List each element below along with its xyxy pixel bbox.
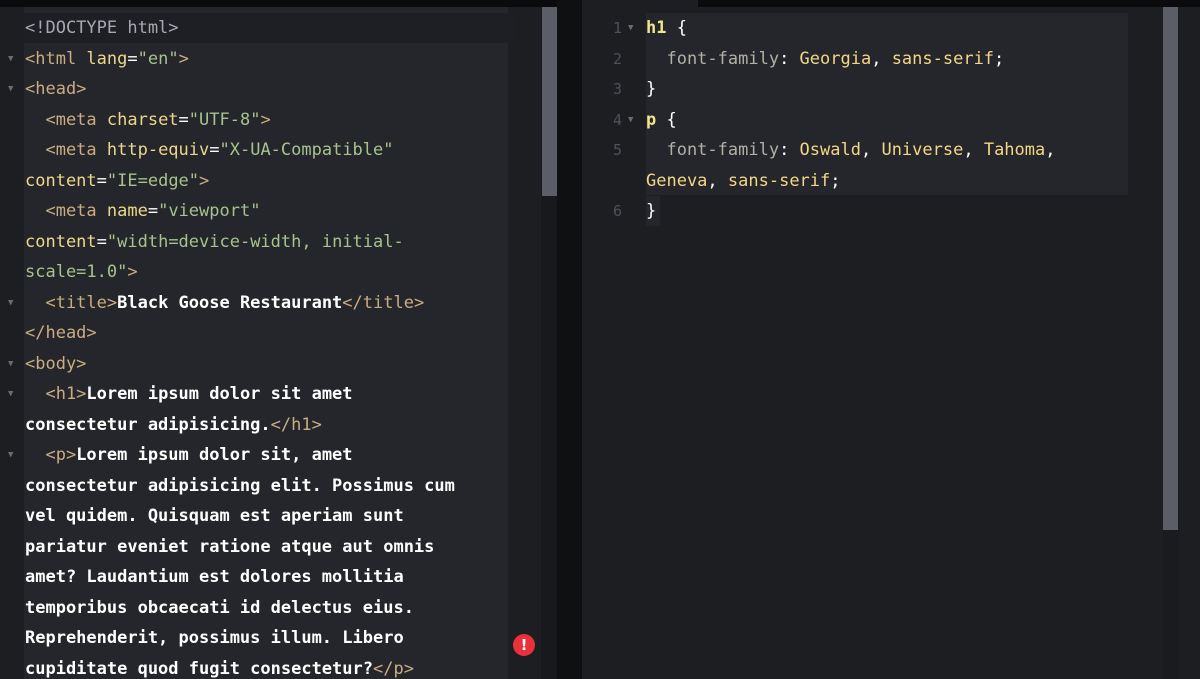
css-declaration-wrap: Geneva, sans-serif; — [646, 171, 841, 191]
css-rule-close: } — [646, 201, 657, 221]
line-number: 3 — [612, 80, 622, 98]
code-line: <meta charset="UTF-8"> — [25, 110, 271, 130]
code-line: <meta name="viewport" — [25, 201, 261, 221]
code-line: <html lang="en"> — [25, 49, 189, 69]
line-number: 4 — [612, 111, 622, 129]
css-scrollbar-thumb[interactable] — [1163, 7, 1178, 530]
code-line: <title>Black Goose Restaurant</title> — [25, 293, 425, 313]
css-rule-close: } — [646, 79, 657, 99]
pane-divider[interactable] — [557, 0, 582, 679]
fold-arrow-icon[interactable]: ▼ — [628, 105, 633, 136]
css-rule-open: h1 { — [646, 18, 687, 38]
code-line-wrap: consectetur adipisicing elit. Possimus c… — [25, 476, 455, 496]
css-tab-indicator[interactable] — [582, 0, 698, 7]
fold-arrow-icon[interactable]: ▼ — [8, 288, 13, 319]
code-line-wrap: Reprehenderit, possimus illum. Libero — [25, 628, 404, 648]
html-editor-panel[interactable]: ▼ ▼ ▼ ▼ ▼ ▼ <!DOCTYPE html> <html lang="… — [0, 7, 557, 679]
window-edge — [1180, 7, 1200, 679]
code-line: <p>Lorem ipsum dolor sit, amet — [25, 445, 353, 465]
fold-arrow-icon[interactable]: ▼ — [8, 74, 13, 105]
html-gutter: ▼ ▼ ▼ ▼ ▼ ▼ — [0, 7, 24, 679]
code-line-wrap: amet? Laudantium est dolores mollitia — [25, 567, 404, 587]
css-declaration: font-family: Georgia, sans-serif; — [646, 49, 1005, 69]
code-line-wrap: consectetur adipisicing.</h1> — [25, 415, 322, 435]
line-number: 6 — [612, 202, 622, 220]
code-line: <!DOCTYPE html> — [25, 13, 179, 44]
error-icon[interactable]: ! — [513, 634, 535, 656]
editor-top-bar — [0, 0, 1200, 7]
fold-arrow-icon[interactable]: ▼ — [628, 13, 633, 44]
html-scrollbar-thumb[interactable] — [542, 7, 557, 196]
html-code-area[interactable]: <!DOCTYPE html> <html lang="en"> <head> … — [24, 7, 514, 679]
line-number: 1 — [612, 19, 622, 37]
fold-arrow-icon[interactable]: ▼ — [8, 44, 13, 75]
code-line-wrap: pariatur eveniet ratione atque aut omnis — [25, 537, 435, 557]
code-line: <h1>Lorem ipsum dolor sit amet — [25, 384, 353, 404]
fold-arrow-icon[interactable]: ▼ — [8, 440, 13, 471]
code-line-wrap: scale=1.0"> — [25, 262, 138, 282]
fold-arrow-icon[interactable]: ▼ — [8, 379, 13, 410]
css-rule-open: p { — [646, 110, 677, 130]
css-declaration: font-family: Oswald, Universe, Tahoma, — [646, 140, 1056, 160]
code-line: <body> — [25, 354, 87, 374]
doctype-token: <!DOCTYPE html> — [25, 18, 179, 38]
code-line-wrap: content="width=device-width, initial- — [25, 232, 404, 252]
fold-arrow-icon[interactable]: ▼ — [8, 349, 13, 380]
code-line-wrap: cupiditate quod fugit consectetur?</p> — [25, 659, 414, 679]
code-line: <head> — [25, 79, 87, 99]
code-line-wrap: temporibus obcaecati id delectus eius. — [25, 598, 414, 618]
code-line: <meta http-equiv="X-UA-Compatible" — [25, 140, 394, 160]
code-line-wrap: content="IE=edge"> — [25, 171, 210, 191]
code-line: </head> — [25, 323, 97, 343]
css-editor-panel[interactable]: 1 2 3 4 5 6 ▼ ▼ h1 { font-family: Georgi… — [582, 7, 1200, 679]
css-code-area[interactable]: h1 { font-family: Georgia, sans-serif; }… — [646, 13, 1128, 195]
line-number: 5 — [612, 141, 622, 159]
line-number: 2 — [612, 50, 622, 68]
code-line-wrap: vel quidem. Quisquam est aperiam sunt — [25, 506, 404, 526]
